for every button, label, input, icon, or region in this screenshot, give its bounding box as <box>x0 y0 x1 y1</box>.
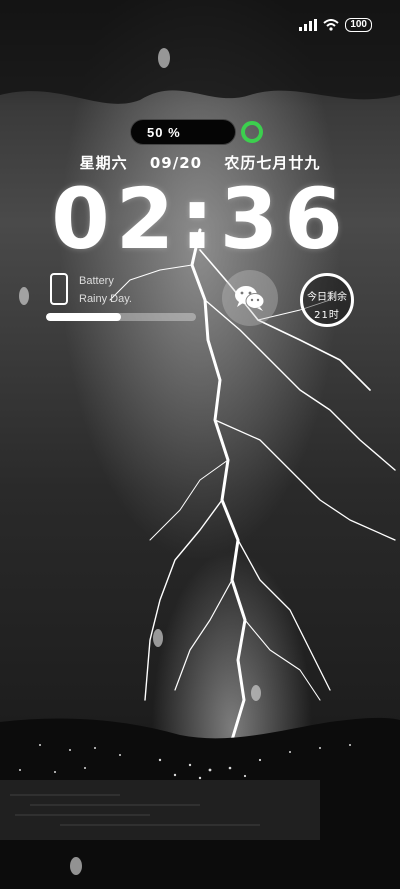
battery-progress-track <box>46 313 196 321</box>
charge-percent: 50 % <box>147 125 181 140</box>
day-remaining-label: 今日剩余 <box>307 292 347 303</box>
battery-badge: 100 <box>345 18 372 32</box>
battery-progress-fill <box>46 313 121 321</box>
battery-widget-title: Battery <box>79 275 114 287</box>
day-remaining-widget[interactable]: 今日剩余 21时 <box>300 273 354 327</box>
status-bar: 100 <box>299 18 372 32</box>
wifi-icon <box>323 19 339 31</box>
wechat-widget[interactable] <box>222 270 278 326</box>
signal-bars-icon <box>299 19 318 31</box>
battery-widget-subtitle: Rainy Day. <box>79 293 132 305</box>
green-ring-icon <box>241 121 263 143</box>
charge-pill[interactable]: 50 % <box>130 119 236 145</box>
phone-icon <box>50 273 68 305</box>
day-remaining-hours: 21时 <box>314 310 340 321</box>
wechat-icon <box>235 286 265 311</box>
clock-time: 02:36 <box>51 170 349 268</box>
